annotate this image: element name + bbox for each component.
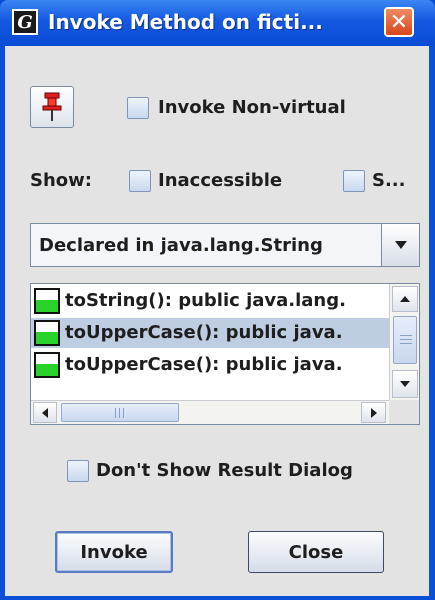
close-button[interactable]: Close xyxy=(248,531,384,573)
declared-in-select[interactable]: Declared in java.lang.String xyxy=(30,223,420,267)
dont-show-result-label: Don't Show Result Dialog xyxy=(96,460,353,481)
arrow-down-icon xyxy=(400,381,410,387)
close-window-button[interactable]: ✕ xyxy=(384,7,414,37)
dialog-content: Invoke Non-virtual Show: Inaccessible S.… xyxy=(5,46,429,596)
pin-icon xyxy=(42,92,62,121)
pin-button[interactable] xyxy=(30,86,74,128)
method-item[interactable]: toUpperCase(): public java. xyxy=(31,350,389,380)
invoke-button[interactable]: Invoke xyxy=(55,531,173,573)
method-list[interactable]: toString(): public java.lang. toUpperCas… xyxy=(30,283,420,425)
static-label: S... xyxy=(372,170,406,191)
arrow-left-icon xyxy=(42,407,48,418)
invoke-nonvirtual-checkbox[interactable] xyxy=(127,97,149,119)
dropdown-button[interactable] xyxy=(381,224,419,266)
show-label: Show: xyxy=(30,170,92,191)
horizontal-scroll-thumb[interactable] xyxy=(61,403,179,422)
method-list-rows: toString(): public java.lang. toUpperCas… xyxy=(31,284,389,400)
dialog-window: G Invoke Method on ficti... ✕ Invoke Non… xyxy=(0,0,435,600)
static-checkbox[interactable] xyxy=(343,170,365,192)
method-item-label: toUpperCase(): public java. xyxy=(65,322,343,343)
dont-show-result-checkbox[interactable] xyxy=(67,460,89,482)
window-title: Invoke Method on ficti... xyxy=(48,10,323,34)
inaccessible-label: Inaccessible xyxy=(158,170,283,191)
vertical-scrollbar[interactable] xyxy=(389,284,419,400)
title-bar[interactable]: G Invoke Method on ficti... ✕ xyxy=(0,0,435,46)
scroll-left-button[interactable] xyxy=(33,402,57,423)
scrollbar-corner xyxy=(389,400,419,424)
scroll-down-button[interactable] xyxy=(392,370,418,398)
app-icon: G xyxy=(12,9,38,35)
declared-in-value: Declared in java.lang.String xyxy=(39,235,323,256)
horizontal-scrollbar[interactable] xyxy=(31,400,389,424)
arrow-up-icon xyxy=(400,296,410,302)
method-item-selected[interactable]: toUpperCase(): public java. xyxy=(31,318,389,348)
invoke-nonvirtual-label: Invoke Non-virtual xyxy=(158,97,346,118)
chevron-down-icon xyxy=(394,241,407,249)
method-item-label: toString(): public java.lang. xyxy=(65,290,346,311)
method-icon xyxy=(34,288,60,314)
method-icon xyxy=(34,352,60,378)
close-icon: ✕ xyxy=(389,9,409,35)
inaccessible-checkbox[interactable] xyxy=(129,170,151,192)
scroll-up-button[interactable] xyxy=(392,286,418,312)
scroll-right-button[interactable] xyxy=(361,402,386,423)
arrow-right-icon xyxy=(370,407,377,418)
method-item-label: toUpperCase(): public java. xyxy=(65,354,343,375)
vertical-scroll-thumb[interactable] xyxy=(393,316,417,364)
method-item[interactable]: toString(): public java.lang. xyxy=(31,286,389,316)
method-icon xyxy=(34,320,60,346)
